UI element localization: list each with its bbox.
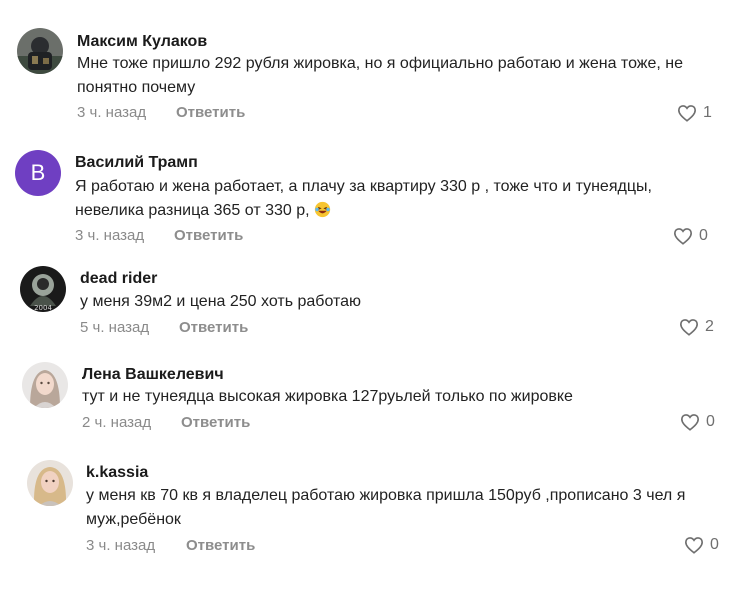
- like-button[interactable]: 2: [679, 318, 714, 336]
- heart-outline-icon: [677, 104, 697, 122]
- reply-button[interactable]: Ответить: [174, 227, 243, 244]
- avatar[interactable]: [27, 460, 73, 506]
- reply-button[interactable]: Ответить: [179, 319, 248, 336]
- avatar[interactable]: 2004: [20, 266, 66, 312]
- reply-button[interactable]: Ответить: [186, 537, 255, 554]
- like-button[interactable]: 0: [684, 536, 719, 554]
- comment-author[interactable]: k.kassia: [86, 464, 148, 482]
- comment-author[interactable]: Лена Вашкелевич: [82, 366, 224, 384]
- comment-text: тут и не тунеядца высокая жировка 127руь…: [82, 388, 573, 405]
- comment-time: 3 ч. назад: [75, 227, 145, 244]
- like-button[interactable]: 0: [680, 413, 715, 431]
- comment-text: Мне тоже пришло 292 рубля жировка, но я …: [77, 55, 684, 96]
- comment-text-content: Я работаю и жена работает, а плачу за кв…: [75, 178, 652, 219]
- avatar[interactable]: В: [15, 150, 61, 196]
- like-button[interactable]: 0: [673, 227, 708, 245]
- heart-outline-icon: [673, 227, 693, 245]
- comment-author[interactable]: Максим Кулаков: [77, 33, 207, 51]
- like-count: 0: [706, 413, 715, 430]
- like-count: 2: [705, 318, 714, 335]
- comment-time: 5 ч. назад: [80, 319, 150, 336]
- laughing-emoji-icon: [314, 201, 331, 218]
- avatar[interactable]: [22, 362, 68, 408]
- avatar-letter: В: [30, 160, 46, 185]
- comment-text: Я работаю и жена работает, а плачу за кв…: [75, 175, 675, 223]
- reply-button[interactable]: Ответить: [181, 414, 250, 431]
- comment-author-name: dead rider: [80, 270, 158, 287]
- reply-button[interactable]: Ответить: [176, 104, 245, 121]
- comment-text: у меня 39м2 и цена 250 хоть работаю: [80, 293, 362, 310]
- comment-time: 3 ч. назад: [77, 104, 147, 121]
- avatar[interactable]: [17, 28, 63, 74]
- like-button[interactable]: 1: [677, 104, 712, 122]
- comment-time: 3 ч. назад: [86, 537, 156, 554]
- heart-outline-icon: [679, 318, 699, 336]
- comment-text: у меня кв 70 кв я владелец работаю жиров…: [86, 487, 686, 528]
- heart-outline-icon: [680, 413, 700, 431]
- comment-author[interactable]: Василий Трамп: [75, 154, 198, 172]
- like-count: 1: [703, 104, 712, 121]
- comment-author[interactable]: dead rider: [80, 270, 157, 288]
- comment-time: 2 ч. назад: [82, 414, 152, 431]
- like-count: 0: [699, 227, 708, 244]
- like-count: 0: [710, 536, 719, 553]
- avatar-caption: 2004: [34, 304, 52, 312]
- heart-outline-icon: [684, 536, 704, 554]
